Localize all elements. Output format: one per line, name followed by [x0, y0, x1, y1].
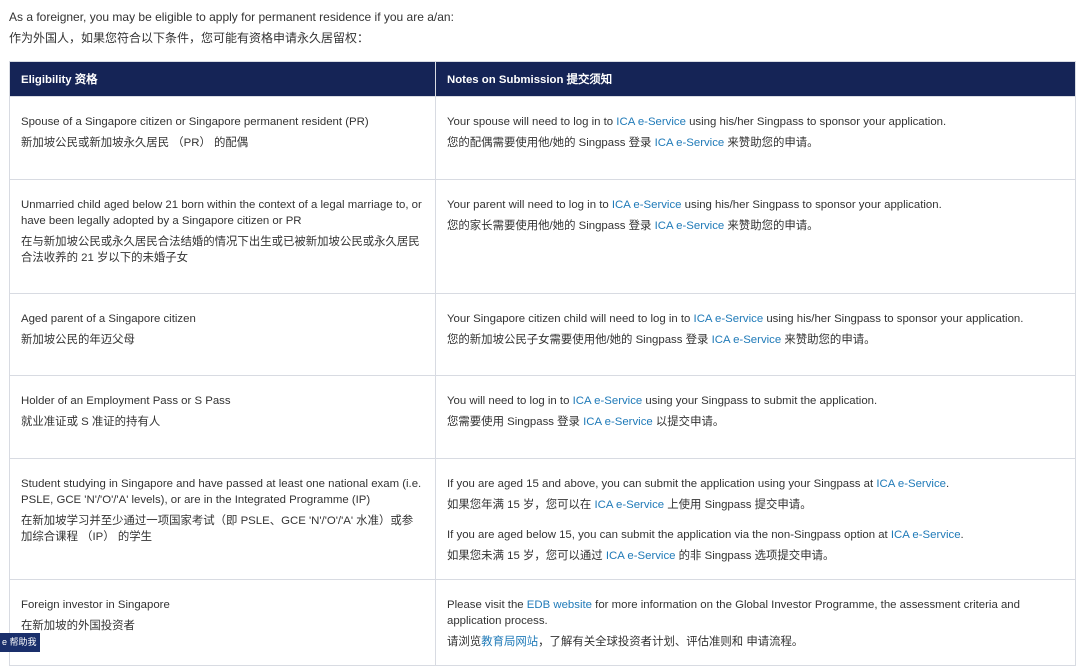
note-en: If you are aged 15 and above, you can su…: [447, 478, 950, 490]
eligibility-zh: 在新加坡学习并至少通过一项国家考试（即 PSLE、GCE 'N'/'O'/'A'…: [21, 515, 414, 543]
note-en: Your spouse will need to log in to ICA e…: [447, 116, 947, 128]
note-en: Your Singapore citizen child will need t…: [447, 313, 1024, 325]
table-header-row: Eligibility 资格 Notes on Submission 提交须知: [9, 61, 1076, 97]
note-en: Please visit the EDB website for more in…: [447, 599, 1020, 627]
notes-cell: Your parent will need to log in to ICA e…: [435, 179, 1076, 294]
header-eligibility: Eligibility 资格: [9, 61, 436, 97]
eligibility-table: Eligibility 资格 Notes on Submission 提交须知 …: [9, 61, 1076, 666]
eligibility-cell: Spouse of a Singapore citizen or Singapo…: [9, 96, 436, 180]
ica-eservice-link[interactable]: ICA e-Service: [694, 313, 764, 325]
notes-cell: Please visit the EDB website for more in…: [435, 579, 1076, 666]
notes-cell: Your spouse will need to log in to ICA e…: [435, 96, 1076, 180]
edb-website-link[interactable]: EDB website: [527, 599, 592, 611]
eligibility-cell: Foreign investor in Singapore 在新加坡的外国投资者: [9, 579, 436, 666]
note-zh: 您的家长需要使用他/她的 Singpass 登录 ICA e-Service 来…: [447, 220, 819, 232]
note-en: Your parent will need to log in to ICA e…: [447, 199, 942, 211]
eligibility-cell: Holder of an Employment Pass or S Pass 就…: [9, 375, 436, 459]
eligibility-cell: Aged parent of a Singapore citizen 新加坡公民…: [9, 293, 436, 376]
eligibility-cell: Student studying in Singapore and have p…: [9, 458, 436, 580]
eligibility-en: Foreign investor in Singapore: [21, 599, 170, 611]
notes-cell: Your Singapore citizen child will need t…: [435, 293, 1076, 376]
intro-english: As a foreigner, you may be eligible to a…: [9, 10, 454, 24]
ica-eservice-link[interactable]: ICA e-Service: [655, 137, 725, 149]
ica-eservice-link[interactable]: ICA e-Service: [573, 395, 643, 407]
ica-eservice-link[interactable]: ICA e-Service: [606, 550, 676, 562]
eligibility-en: Student studying in Singapore and have p…: [21, 478, 422, 506]
eligibility-cell: Unmarried child aged below 21 born withi…: [9, 179, 436, 294]
ica-eservice-link[interactable]: ICA e-Service: [612, 199, 682, 211]
ica-eservice-link[interactable]: ICA e-Service: [876, 478, 946, 490]
eligibility-zh: 在新加坡的外国投资者: [21, 620, 135, 632]
notes-cell: You will need to log in to ICA e-Service…: [435, 375, 1076, 459]
table-row: Unmarried child aged below 21 born withi…: [9, 179, 1076, 294]
eligibility-zh: 在与新加坡公民或永久居民合法结婚的情况下出生或已被新加坡公民或永久居民合法收养的…: [21, 236, 420, 264]
header-notes: Notes on Submission 提交须知: [435, 61, 1076, 97]
notes-cell: If you are aged 15 and above, you can su…: [435, 458, 1076, 580]
note-zh: 请浏览教育局网站，了解有关全球投资者计划、评估准则和 申请流程。: [447, 636, 804, 648]
table-row: Foreign investor in Singapore 在新加坡的外国投资者…: [9, 579, 1076, 666]
ica-eservice-link[interactable]: ICA e-Service: [616, 116, 686, 128]
note-zh: 您的新加坡公民子女需要使用他/她的 Singpass 登录 ICA e-Serv…: [447, 334, 876, 346]
table-row: Aged parent of a Singapore citizen 新加坡公民…: [9, 293, 1076, 376]
note-zh: 您需要使用 Singpass 登录 ICA e-Service 以提交申请。: [447, 416, 725, 428]
edb-website-link-zh[interactable]: 教育局网站: [481, 636, 538, 648]
help-widget-button[interactable]: e 帮助我: [0, 633, 40, 652]
ica-eservice-link[interactable]: ICA e-Service: [655, 220, 725, 232]
ica-eservice-link[interactable]: ICA e-Service: [891, 529, 961, 541]
eligibility-zh: 新加坡公民的年迈父母: [21, 334, 135, 346]
ica-eservice-link[interactable]: ICA e-Service: [583, 416, 653, 428]
note-en: If you are aged below 15, you can submit…: [447, 529, 964, 541]
eligibility-zh: 就业准证或 S 准证的持有人: [21, 416, 161, 428]
table-row: Spouse of a Singapore citizen or Singapo…: [9, 96, 1076, 180]
intro-chinese: 作为外国人，如果您符合以下条件，您可能有资格申请永久居留权：: [9, 31, 370, 45]
eligibility-en: Unmarried child aged below 21 born withi…: [21, 199, 422, 227]
note-zh: 您的配偶需要使用他/她的 Singpass 登录 ICA e-Service 来…: [447, 137, 819, 149]
eligibility-en: Aged parent of a Singapore citizen: [21, 313, 196, 325]
eligibility-zh: 新加坡公民或新加坡永久居民 （PR） 的配偶: [21, 137, 249, 149]
ica-eservice-link[interactable]: ICA e-Service: [594, 499, 664, 511]
eligibility-en: Holder of an Employment Pass or S Pass: [21, 395, 231, 407]
note-zh: 如果您年满 15 岁，您可以在 ICA e-Service 上使用 Singpa…: [447, 499, 812, 511]
ica-eservice-link[interactable]: ICA e-Service: [712, 334, 782, 346]
table-row: Holder of an Employment Pass or S Pass 就…: [9, 375, 1076, 459]
table-row: Student studying in Singapore and have p…: [9, 458, 1076, 580]
note-zh: 如果您未满 15 岁，您可以通过 ICA e-Service 的非 Singpa…: [447, 550, 835, 562]
eligibility-en: Spouse of a Singapore citizen or Singapo…: [21, 116, 369, 128]
intro-text: As a foreigner, you may be eligible to a…: [9, 7, 454, 49]
note-en: You will need to log in to ICA e-Service…: [447, 395, 878, 407]
